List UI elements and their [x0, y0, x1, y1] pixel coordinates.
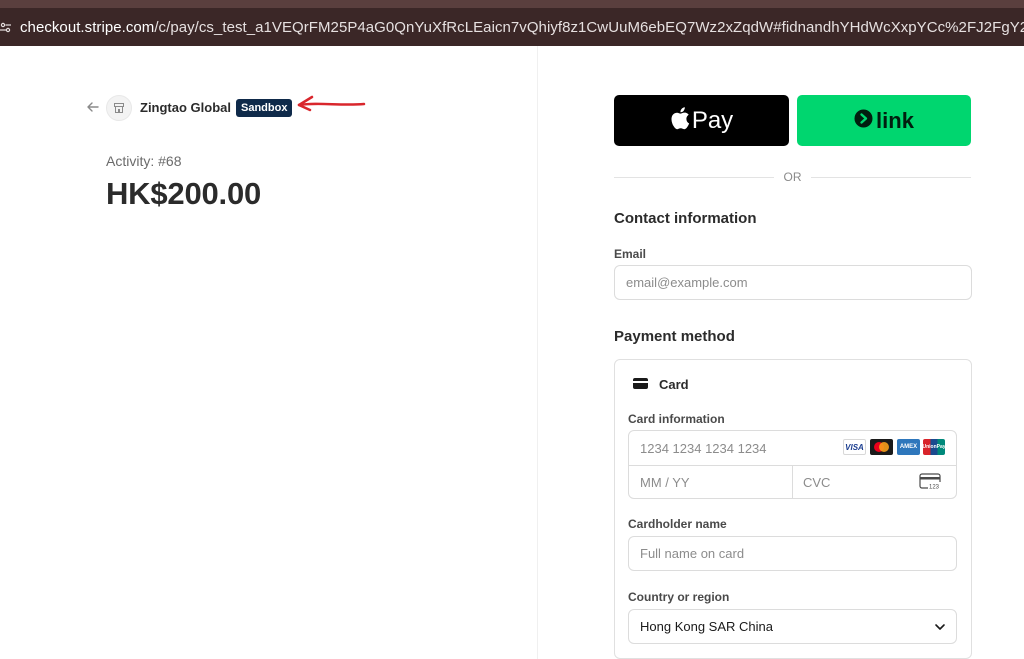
divider-line-left	[614, 177, 774, 178]
apple-pay-button[interactable]: Pay	[614, 95, 789, 146]
merchant-name: Zingtao Global	[140, 100, 231, 115]
email-label: Email	[614, 247, 647, 261]
cardholder-label: Cardholder name	[628, 517, 727, 531]
url-text[interactable]: checkout.stripe.com/c/pay/cs_test_a1VEQr…	[20, 19, 1024, 36]
link-logo-icon	[854, 109, 873, 133]
country-select[interactable]: Hong Kong SAR China	[628, 609, 957, 644]
cvc-hint-digits: 123	[929, 485, 940, 491]
apple-logo-icon	[670, 106, 690, 135]
amex-brand-icon: AMEX	[897, 439, 920, 455]
total-amount: HK$200.00	[106, 176, 262, 211]
apple-pay-label: Pay	[691, 106, 734, 134]
payment-section-title: Payment method	[614, 328, 735, 345]
link-label: link	[876, 107, 914, 133]
store-icon	[106, 95, 132, 121]
cardholder-input[interactable]	[628, 536, 957, 571]
activity-label: Activity: #68	[106, 153, 182, 169]
card-method-label: Card	[659, 377, 689, 392]
site-settings-icon[interactable]	[0, 21, 12, 33]
email-input[interactable]	[614, 265, 972, 300]
mastercard-brand-icon	[870, 439, 893, 455]
order-summary-pane	[0, 46, 537, 659]
country-value: Hong Kong SAR China	[640, 619, 773, 634]
address-bar[interactable]: checkout.stripe.com/c/pay/cs_test_a1VEQr…	[0, 8, 1024, 46]
sandbox-badge: Sandbox	[236, 99, 293, 117]
expiry-input[interactable]	[640, 473, 780, 491]
card-group-col-divider	[792, 465, 793, 498]
url-host: checkout.stripe.com	[20, 18, 155, 36]
browser-tab-strip	[0, 0, 1024, 8]
or-divider-text: OR	[783, 170, 802, 184]
unionpay-brand-icon: UnionPay	[922, 439, 946, 455]
card-info-label: Card information	[628, 412, 725, 426]
url-path: /c/pay/cs_test_a1VEQrFM25P4aG0QnYuXfRcLE…	[154, 18, 1024, 36]
cvc-input[interactable]	[803, 473, 903, 491]
annotation-arrow-icon	[296, 94, 368, 119]
chevron-down-icon	[934, 621, 946, 636]
card-number-input[interactable]	[640, 439, 835, 457]
link-pay-button[interactable]: link	[797, 95, 971, 146]
card-icon	[633, 378, 648, 389]
back-arrow-icon[interactable]	[86, 100, 100, 114]
cvc-card-icon: 123	[919, 473, 943, 495]
contact-section-title: Contact information	[614, 210, 757, 227]
visa-brand-icon: VISA	[843, 439, 866, 455]
country-label: Country or region	[628, 590, 730, 604]
divider-line-right	[811, 177, 971, 178]
